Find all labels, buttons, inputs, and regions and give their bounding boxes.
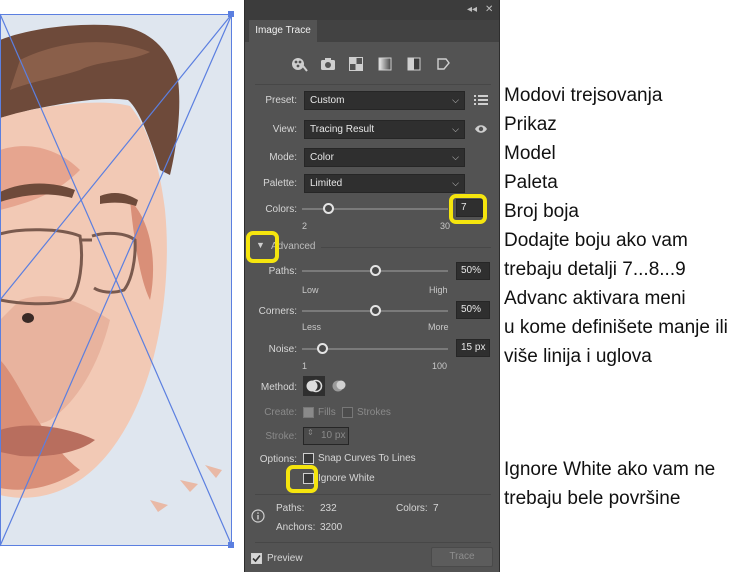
preview-label: Preview bbox=[267, 553, 303, 564]
divider bbox=[255, 494, 491, 495]
corners-label: Corners: bbox=[258, 306, 297, 317]
paths-value-field[interactable]: 50% bbox=[456, 262, 490, 280]
note-view: Prikaz bbox=[504, 114, 557, 135]
noise-label: Noise: bbox=[268, 344, 297, 355]
abutting-method-icon[interactable] bbox=[303, 376, 325, 396]
snap-curves-label: Snap Curves To Lines bbox=[318, 453, 416, 464]
noise-min-label: 1 bbox=[302, 361, 308, 371]
trace-button[interactable]: Trace bbox=[431, 547, 493, 567]
note-advanced: Advanc aktivara meni bbox=[504, 288, 686, 309]
chevron-down-icon: ⌵ bbox=[452, 178, 459, 188]
note-add-color: Dodajte boju ako vam bbox=[504, 230, 688, 251]
divider bbox=[321, 247, 491, 248]
stats-paths-value: 232 bbox=[320, 503, 337, 514]
overlapping-method-icon[interactable] bbox=[329, 376, 349, 396]
outline-icon[interactable] bbox=[433, 54, 453, 74]
view-value: Tracing Result bbox=[310, 124, 375, 135]
note-color-count: Broj boja bbox=[504, 201, 579, 222]
preview-checkbox[interactable] bbox=[251, 553, 262, 564]
ignore-white-checkbox[interactable] bbox=[303, 473, 314, 484]
note-ignore-white-2: trebaju bele površine bbox=[504, 488, 681, 509]
paths-min-label: Low bbox=[302, 285, 319, 295]
noise-max-label: 100 bbox=[432, 361, 448, 371]
paths-label: Paths: bbox=[268, 266, 297, 277]
strokes-label: Strokes bbox=[357, 407, 391, 418]
artwork-canvas[interactable] bbox=[0, 0, 240, 572]
noise-slider-thumb[interactable] bbox=[317, 343, 329, 354]
corners-min-label: Less bbox=[302, 322, 322, 332]
colors-max-label: 30 bbox=[440, 221, 451, 231]
stats-anchors-value: 3200 bbox=[320, 522, 343, 533]
fills-label: Fills bbox=[318, 407, 336, 418]
palette-label: Palette: bbox=[263, 178, 297, 189]
divider bbox=[255, 84, 491, 85]
preset-icon-row bbox=[245, 54, 499, 74]
corners-slider-thumb[interactable] bbox=[369, 305, 381, 316]
info-icon bbox=[251, 509, 265, 523]
paths-max-label: High bbox=[429, 285, 448, 295]
snap-curves-checkbox[interactable] bbox=[303, 453, 314, 464]
note-mode: Model bbox=[504, 143, 556, 164]
tab-image-trace[interactable]: Image Trace bbox=[249, 20, 317, 42]
preset-value: Custom bbox=[310, 95, 345, 106]
stats-colors-value: 7 bbox=[433, 503, 439, 514]
method-label: Method: bbox=[260, 382, 297, 393]
strokes-checkbox[interactable] bbox=[342, 407, 353, 418]
fills-checkbox[interactable] bbox=[303, 407, 314, 418]
mode-label: Mode: bbox=[269, 152, 297, 163]
note-advanced-2: u kome definišete manje ili bbox=[504, 317, 728, 338]
preset-label: Preset: bbox=[265, 95, 297, 106]
palette-select[interactable]: Limited ⌵ bbox=[304, 174, 465, 193]
colors-slider-thumb[interactable] bbox=[322, 203, 334, 214]
noise-value-field[interactable]: 15 px bbox=[456, 339, 490, 357]
note-details: trebaju detalji 7...8...9 bbox=[504, 259, 686, 280]
mode-select[interactable]: Color ⌵ bbox=[304, 148, 465, 167]
triangle-down-icon[interactable]: ▼ bbox=[256, 240, 265, 250]
colors-label: Colors: bbox=[265, 204, 297, 215]
high-color-icon[interactable] bbox=[318, 54, 338, 74]
stats-anchors-label: Anchors: bbox=[276, 522, 316, 533]
palette-value: Limited bbox=[310, 178, 343, 189]
advanced-toggle[interactable]: Advanced bbox=[271, 241, 315, 252]
black-white-icon[interactable] bbox=[404, 54, 424, 74]
auto-color-icon[interactable] bbox=[289, 54, 309, 74]
stroke-value: 10 px bbox=[321, 430, 346, 441]
note-palette: Paleta bbox=[504, 172, 558, 193]
checkmark-icon bbox=[252, 554, 261, 563]
options-label: Options: bbox=[259, 454, 297, 465]
divider bbox=[255, 542, 491, 543]
low-color-icon[interactable] bbox=[346, 54, 366, 74]
corners-max-label: More bbox=[428, 322, 449, 332]
stats-paths-label: Paths: bbox=[276, 503, 305, 514]
view-select[interactable]: Tracing Result ⌵ bbox=[304, 120, 465, 139]
corners-value-field[interactable]: 50% bbox=[456, 301, 490, 319]
stroke-label: Stroke: bbox=[265, 431, 297, 442]
create-label: Create: bbox=[264, 407, 297, 418]
ignore-white-label: Ignore White bbox=[318, 473, 375, 484]
mode-value: Color bbox=[310, 152, 334, 163]
eye-icon[interactable] bbox=[474, 124, 488, 134]
note-tracing-modes: Modovi trejsovanja bbox=[504, 85, 663, 106]
colors-min-label: 2 bbox=[302, 221, 308, 231]
panel-titlebar: ◂◂ ✕ bbox=[245, 0, 499, 20]
grayscale-icon[interactable] bbox=[375, 54, 395, 74]
note-ignore-white: Ignore White ako vam ne bbox=[504, 459, 716, 480]
image-trace-panel: ◂◂ ✕ Image Trace Preset: Custom ⌵ View: … bbox=[244, 0, 500, 572]
chevron-down-icon: ⌵ bbox=[452, 124, 459, 134]
collapse-icon[interactable]: ◂◂ bbox=[467, 4, 477, 15]
paths-slider-thumb[interactable] bbox=[369, 265, 381, 276]
close-icon[interactable]: ✕ bbox=[485, 4, 493, 15]
view-label: View: bbox=[272, 124, 297, 135]
preset-select[interactable]: Custom ⌵ bbox=[304, 91, 465, 110]
chevron-down-icon: ⌵ bbox=[452, 152, 459, 162]
hamburger-icon[interactable] bbox=[474, 94, 488, 106]
colors-value-field[interactable]: 7 bbox=[456, 199, 486, 217]
chevron-down-icon: ⌵ bbox=[452, 95, 459, 105]
note-advanced-3: više linija i uglova bbox=[504, 346, 652, 367]
stats-colors-label: Colors: bbox=[396, 503, 428, 514]
mole-shape bbox=[22, 313, 34, 323]
stepper-icon[interactable]: ⇕ bbox=[307, 428, 314, 437]
